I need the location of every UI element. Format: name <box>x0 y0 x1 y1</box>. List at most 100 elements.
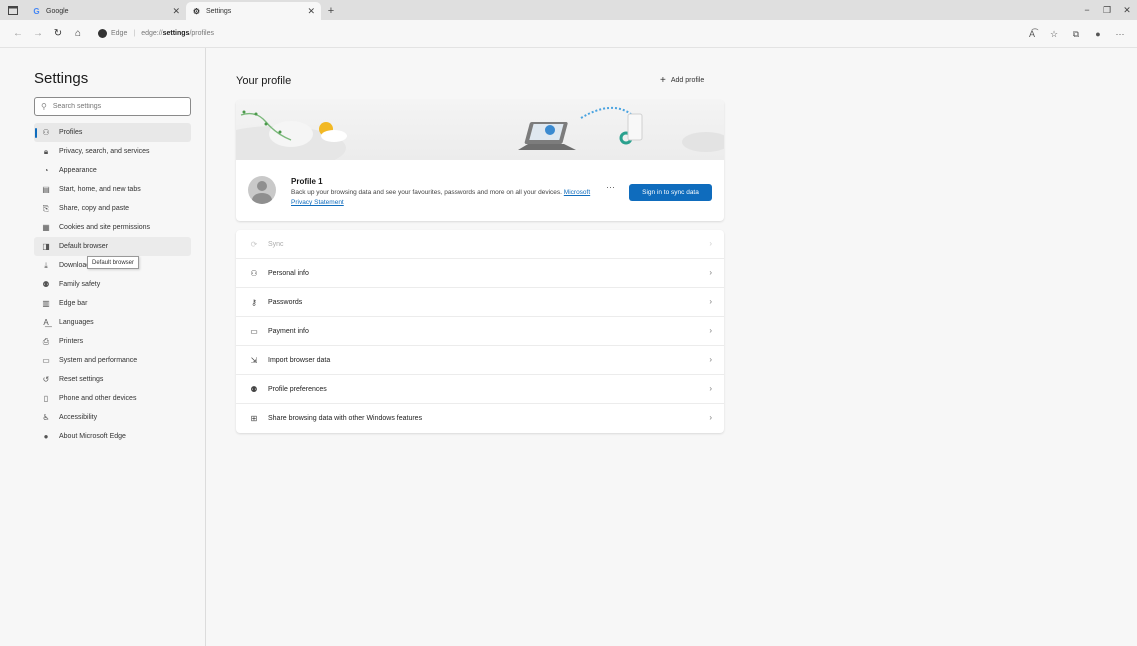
list-item-label: Share browsing data with other Windows f… <box>268 415 423 422</box>
chevron-right-icon: › <box>709 268 712 277</box>
profile-description-text: Back up your browsing data and see your … <box>291 189 562 196</box>
more-options-button[interactable]: ··· <box>606 182 615 192</box>
sidebar-item-edge-bar[interactable]: ▥ Edge bar <box>34 294 191 313</box>
refresh-button[interactable]: ↻ <box>48 24 68 44</box>
google-icon: G <box>33 6 40 16</box>
profile-banner-illustration <box>236 100 724 170</box>
family-icon: ⚉ <box>42 280 50 289</box>
profile-avatar-icon[interactable]: ● <box>1087 24 1109 44</box>
chevron-right-icon: › <box>709 413 712 422</box>
add-profile-button[interactable]: + Add profile <box>660 75 704 86</box>
home-button[interactable]: ⌂ <box>68 24 88 44</box>
sidebar-item-default-browser[interactable]: ◨ Default browser <box>34 237 191 256</box>
sidebar-item-label: Phone and other devices <box>59 395 137 402</box>
plus-icon: + <box>660 75 666 86</box>
list-item-profile-preferences[interactable]: ⚉ Profile preferences › <box>236 375 724 404</box>
chevron-right-icon: › <box>709 297 712 306</box>
tab-actions-icon <box>8 5 18 15</box>
sidebar-item-profiles[interactable]: ⚇ Profiles <box>34 123 191 142</box>
sidebar-item-accessibility[interactable]: ♿︎ Accessibility <box>34 408 191 427</box>
system-icon: ▭ <box>42 356 50 365</box>
browser-icon: ◨ <box>42 242 50 251</box>
phone-icon: ▯ <box>43 394 49 403</box>
window-controls: − ❐ ✕ <box>1077 0 1137 20</box>
tab-title: Settings <box>206 7 232 15</box>
list-item-import-data[interactable]: ⇲ Import browser data › <box>236 346 724 375</box>
forward-button[interactable]: → <box>28 24 48 44</box>
toolbar-right: A͡ ☆ ⧉ ● ··· <box>1021 24 1131 44</box>
chevron-right-icon: › <box>709 384 712 393</box>
restore-icon[interactable]: ❐ <box>1097 0 1117 20</box>
sidebar-item-label: Share, copy and paste <box>59 205 130 212</box>
sidebar-item-label: Languages <box>59 319 94 326</box>
tab-google[interactable]: G Google ✕ <box>26 2 186 20</box>
read-aloud-icon[interactable]: A͡ <box>1021 24 1043 44</box>
languages-icon: A͟ <box>43 318 49 327</box>
list-item-label: Personal info <box>268 269 309 277</box>
sidebar-item-system[interactable]: ▭ System and performance <box>34 351 191 370</box>
sync-icon: ⟳ <box>250 239 258 249</box>
url-suffix: /profiles <box>189 30 214 37</box>
sidebar-item-about[interactable]: ● About Microsoft Edge <box>34 427 191 446</box>
sidebar-nav: ⚇ Profiles 🔒︎ Privacy, search, and service… <box>34 123 191 446</box>
sidebar-item-label: Reset settings <box>59 376 104 383</box>
url-field[interactable]: Edge | edge://settings/profiles <box>98 29 214 38</box>
sidebar-item-languages[interactable]: A͟ Languages <box>34 313 191 332</box>
tab-actions-button[interactable] <box>0 0 26 20</box>
sidebar-item-share[interactable]: ⎘ Share, copy and paste <box>34 199 191 218</box>
lock-icon: 🔒︎ <box>43 146 49 156</box>
sidebar-item-label: Family safety <box>59 281 101 288</box>
close-window-icon[interactable]: ✕ <box>1117 0 1137 20</box>
sidebar-item-printers[interactable]: ⎙ Printers <box>34 332 191 351</box>
chevron-right-icon: › <box>709 239 712 248</box>
personal-info-icon: ⚇ <box>250 268 258 278</box>
sidebar-item-reset[interactable]: ↺ Reset settings <box>34 370 191 389</box>
reset-icon: ↺ <box>42 375 50 384</box>
profile-description: Back up your browsing data and see your … <box>291 188 591 208</box>
list-item-passwords[interactable]: ⚷ Passwords › <box>236 288 724 317</box>
avatar <box>248 176 276 204</box>
search-box[interactable]: ⚲ <box>34 97 191 116</box>
sidebar-item-appearance[interactable]: ◔ Appearance <box>34 161 191 180</box>
close-tab-icon[interactable]: ✕ <box>172 6 180 17</box>
collections-icon[interactable]: ⧉ <box>1065 24 1087 44</box>
sidebar-item-label: Appearance <box>59 167 97 174</box>
close-tab-icon[interactable]: ✕ <box>307 6 315 17</box>
gear-icon: ⚙ <box>192 6 201 16</box>
search-input[interactable] <box>52 103 173 110</box>
tab-settings[interactable]: ⚙ Settings ✕ <box>186 2 321 20</box>
more-options-icon[interactable]: ··· <box>1109 24 1131 44</box>
sidebar-item-start-home[interactable]: ▤ Start, home, and new tabs <box>34 180 191 199</box>
new-tab-button[interactable]: + <box>321 2 341 20</box>
list-item-sync[interactable]: ⟳ Sync › <box>236 230 724 259</box>
sidebar-item-privacy[interactable]: 🔒︎ Privacy, search, and services <box>34 142 191 161</box>
sidebar-item-phone[interactable]: ▯ Phone and other devices <box>34 389 191 408</box>
profile-row: Profile 1 Back up your browsing data and… <box>236 160 724 221</box>
url-separator: | <box>133 30 136 37</box>
list-item-label: Import browser data <box>268 356 331 364</box>
url-prefix: edge:// <box>141 30 163 37</box>
list-item-payment-info[interactable]: ▭ Payment info › <box>236 317 724 346</box>
sidebar-item-family-safety[interactable]: ⚉ Family safety <box>34 275 191 294</box>
minimize-icon[interactable]: − <box>1077 0 1097 20</box>
profile-name: Profile 1 <box>291 177 323 186</box>
tooltip: Default browser <box>87 256 140 269</box>
appearance-icon: ◔ <box>43 166 49 175</box>
add-profile-label: Add profile <box>670 77 705 84</box>
back-button[interactable]: ← <box>8 24 28 44</box>
favorites-icon[interactable]: ☆ <box>1043 24 1065 44</box>
list-item-share-windows[interactable]: ⊞ Share browsing data with other Windows … <box>236 404 724 433</box>
accessibility-icon: ♿︎ <box>42 413 50 422</box>
printer-icon: ⎙ <box>42 336 50 346</box>
chevron-right-icon: › <box>709 355 712 364</box>
list-item-personal-info[interactable]: ⚇ Personal info › <box>236 259 724 288</box>
edge-logo-icon: ● <box>43 432 49 441</box>
sidebar-item-label: Edge bar <box>59 300 88 307</box>
tab-title: Google <box>46 7 69 15</box>
edge-logo-icon <box>98 29 107 38</box>
sign-in-sync-button[interactable]: Sign in to sync data <box>629 184 712 201</box>
sidebar-item-cookies[interactable]: ▦ Cookies and site permissions <box>34 218 191 237</box>
search-icon: ⚲ <box>41 102 47 111</box>
sidebar-title: Settings <box>34 70 89 87</box>
profile-icon: ⚇ <box>42 128 50 137</box>
